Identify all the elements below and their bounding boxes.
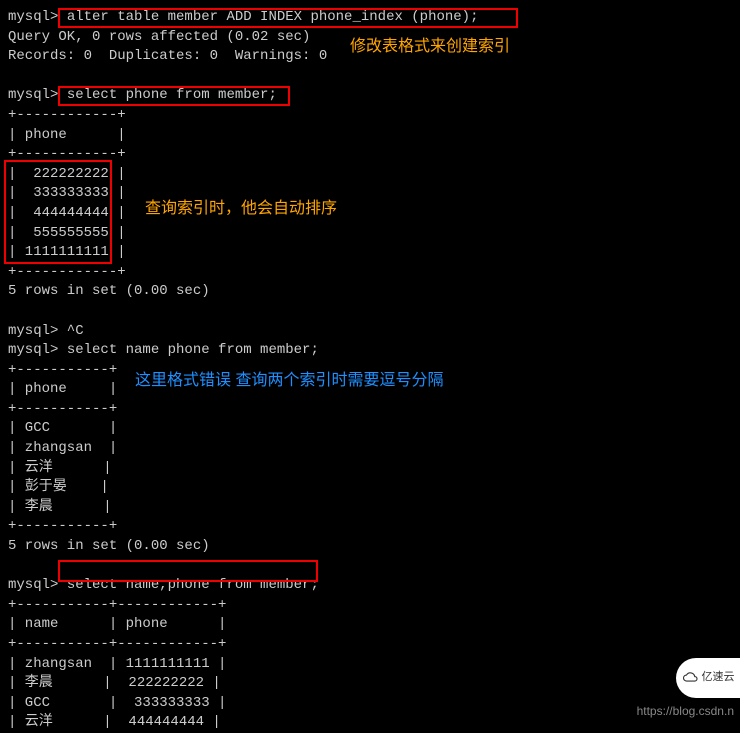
- terminal-line: mysql> select phone from member;: [8, 86, 732, 106]
- blank-line: [8, 557, 732, 577]
- table-border: +------------+: [8, 263, 732, 283]
- mysql-prompt: mysql>: [8, 577, 67, 593]
- table-header: | name | phone |: [8, 615, 732, 635]
- table-row: | 云洋 |: [8, 459, 732, 479]
- table-border: +-----------+: [8, 517, 732, 537]
- mysql-prompt: mysql>: [8, 87, 67, 103]
- yisu-logo: 亿速云: [676, 658, 740, 698]
- mysql-prompt: mysql>: [8, 342, 67, 358]
- table-header: | phone |: [8, 126, 732, 146]
- terminal-line: mysql> select name phone from member;: [8, 341, 732, 361]
- table-row: | zhangsan |: [8, 439, 732, 459]
- sql-command-1: alter table member ADD INDEX phone_index…: [67, 9, 479, 25]
- logo-text: 亿速云: [702, 670, 735, 685]
- table-row: | 555555555 |: [8, 224, 732, 244]
- blank-line: [8, 302, 732, 322]
- table-row: | GCC |: [8, 419, 732, 439]
- table-row: | 333333333 |: [8, 184, 732, 204]
- annotation-create-index: 修改表格式来创建索引: [350, 36, 510, 58]
- table-border: +-----------+------------+: [8, 635, 732, 655]
- table-footer: 5 rows in set (0.00 sec): [8, 282, 732, 302]
- table-row: | zhangsan | 1111111111 |: [8, 655, 732, 675]
- table-row: | 李晨 | 222222222 |: [8, 674, 732, 694]
- sql-command-2: select phone from member;: [67, 87, 277, 103]
- csdn-watermark: https://blog.csdn.n: [637, 703, 734, 720]
- table-border: +-----------+------------+: [8, 596, 732, 616]
- ctrl-c-line: mysql> ^C: [8, 322, 732, 342]
- sql-command-4: select name,phone from member;: [67, 577, 319, 593]
- blank-line: [8, 67, 732, 87]
- annotation-auto-sort: 查询索引时，他会自动排序: [145, 198, 337, 220]
- table-row: | 1111111111 |: [8, 243, 732, 263]
- table-row: | 222222222 |: [8, 165, 732, 185]
- table-footer: 5 rows in set (0.00 sec): [8, 537, 732, 557]
- terminal-line: mysql> select name,phone from member;: [8, 576, 732, 596]
- mysql-prompt: mysql>: [8, 9, 67, 25]
- annotation-format-error: 这里格式错误 查询两个索引时需要逗号分隔: [135, 370, 443, 392]
- table-border: +-----------+: [8, 400, 732, 420]
- table-row: | 彭于晏 |: [8, 478, 732, 498]
- table-border: +------------+: [8, 106, 732, 126]
- table-row: | 444444444 |: [8, 204, 732, 224]
- table-row: | GCC | 333333333 |: [8, 694, 732, 714]
- table-row: | 李晨 |: [8, 498, 732, 518]
- cloud-icon: [682, 671, 700, 685]
- table-border: +------------+: [8, 145, 732, 165]
- table-row: | 云洋 | 444444444 |: [8, 713, 732, 733]
- terminal-line: mysql> alter table member ADD INDEX phon…: [8, 8, 732, 28]
- sql-command-3: select name phone from member;: [67, 342, 319, 358]
